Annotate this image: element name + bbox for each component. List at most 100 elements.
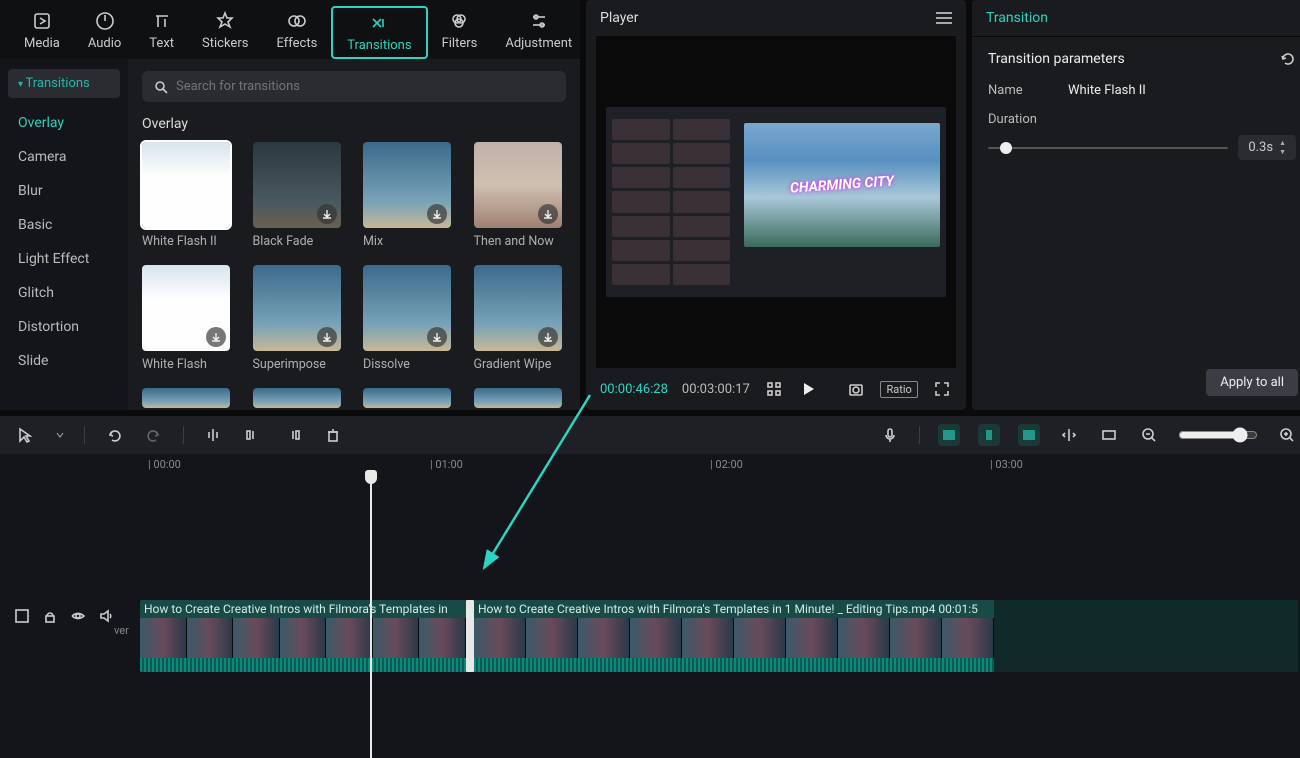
cursor-dropdown-icon[interactable] xyxy=(54,424,66,446)
thumbnail-image[interactable] xyxy=(253,388,341,408)
cursor-tool-icon[interactable] xyxy=(14,424,36,446)
ruler-tick: | 02:00 xyxy=(710,458,743,471)
transition-thumb[interactable]: Then and Now xyxy=(474,142,567,249)
player-menu-icon[interactable] xyxy=(936,12,952,24)
marker-out-icon[interactable] xyxy=(1018,424,1040,446)
duration-value: 0.3s xyxy=(1248,140,1273,155)
undo-icon[interactable] xyxy=(103,424,125,446)
transition-thumb[interactable] xyxy=(474,388,567,408)
trim-right-icon[interactable] xyxy=(282,424,304,446)
clip-2[interactable]: How to Create Creative Intros with Filmo… xyxy=(474,600,994,672)
duration-label: Duration xyxy=(988,112,1048,127)
download-icon[interactable] xyxy=(427,204,447,224)
sidebar-item-basic[interactable]: Basic xyxy=(0,208,128,242)
download-icon[interactable] xyxy=(538,204,558,224)
download-icon[interactable] xyxy=(317,327,337,347)
search-bar[interactable] xyxy=(142,71,566,102)
thumbnail-image[interactable] xyxy=(363,388,451,408)
sidebar-heading[interactable]: Transitions xyxy=(8,69,120,98)
transition-marker[interactable] xyxy=(466,600,474,672)
thumbnail-image[interactable] xyxy=(474,265,562,351)
sidebar-item-blur[interactable]: Blur xyxy=(0,174,128,208)
transition-thumb[interactable]: White Flash II xyxy=(142,142,235,249)
thumbnail-image[interactable] xyxy=(474,388,562,408)
split-icon[interactable] xyxy=(202,424,224,446)
zoom-in-icon[interactable] xyxy=(1276,424,1298,446)
player-viewport[interactable]: CHARMING CITY xyxy=(596,36,956,368)
tab-stickers[interactable]: Stickers xyxy=(188,6,262,59)
preview-content: CHARMING CITY xyxy=(606,107,946,297)
sidebar-item-slide[interactable]: Slide xyxy=(0,344,128,378)
align-icon[interactable] xyxy=(1058,424,1080,446)
thumbnail-label: Dissolve xyxy=(363,357,456,372)
top-tabs: Media Audio Text Stickers Effects Transi… xyxy=(0,0,580,59)
tab-media[interactable]: Media xyxy=(10,6,74,59)
clip-1[interactable]: How to Create Creative Intros with Filmo… xyxy=(140,600,466,672)
sidebar-item-distortion[interactable]: Distortion xyxy=(0,310,128,344)
transition-thumb[interactable] xyxy=(253,388,346,408)
slider-thumb[interactable] xyxy=(1000,142,1012,154)
sidebar-item-camera[interactable]: Camera xyxy=(0,140,128,174)
trim-left-icon[interactable] xyxy=(242,424,264,446)
tab-filters[interactable]: Filters xyxy=(428,6,492,59)
tab-adjustment[interactable]: Adjustment xyxy=(491,6,586,59)
fullscreen-icon[interactable] xyxy=(932,378,952,400)
video-track[interactable]: How to Create Creative Intros with Filmo… xyxy=(140,600,1298,672)
timeline-panel: | 00:00 | 01:00 | 02:00 | 03:00 ver How … xyxy=(0,416,1300,758)
thumbnail-label: Black Fade xyxy=(253,234,346,249)
marker-in-icon[interactable] xyxy=(938,424,960,446)
play-button[interactable] xyxy=(798,378,818,400)
ratio-button[interactable]: Ratio xyxy=(880,381,917,398)
thumbnail-image[interactable] xyxy=(142,265,230,351)
audio-icon xyxy=(94,10,116,32)
download-icon[interactable] xyxy=(427,327,447,347)
transition-thumb[interactable] xyxy=(363,388,456,408)
zoom-slider[interactable] xyxy=(1178,427,1258,443)
playhead[interactable] xyxy=(370,478,372,758)
thumbnail-image[interactable] xyxy=(363,265,451,351)
tab-text[interactable]: Text xyxy=(135,6,188,59)
transition-thumb[interactable]: White Flash xyxy=(142,265,235,372)
delete-icon[interactable] xyxy=(322,424,344,446)
transition-thumb[interactable] xyxy=(142,388,235,408)
reset-icon[interactable] xyxy=(1280,51,1296,67)
track-menu-icon[interactable] xyxy=(14,608,32,626)
thumbnail-image[interactable] xyxy=(253,142,341,228)
duration-field[interactable]: 0.3s ▲▼ xyxy=(1238,135,1296,160)
view-grid-icon[interactable] xyxy=(764,378,784,400)
tab-effects[interactable]: Effects xyxy=(262,6,331,59)
playhead-knob[interactable] xyxy=(365,470,377,484)
redo-icon[interactable] xyxy=(143,424,165,446)
spin-down-icon[interactable]: ▼ xyxy=(1279,148,1286,156)
apply-to-all-button[interactable]: Apply to all xyxy=(1206,369,1298,396)
transition-thumb[interactable]: Black Fade xyxy=(253,142,346,249)
thumbnail-image[interactable] xyxy=(142,142,230,228)
mic-icon[interactable] xyxy=(879,424,901,446)
transition-thumb[interactable]: Gradient Wipe xyxy=(474,265,567,372)
zoom-fit-icon[interactable] xyxy=(1098,424,1120,446)
thumbnail-image[interactable] xyxy=(474,142,562,228)
transition-thumb[interactable]: Superimpose xyxy=(253,265,346,372)
download-icon[interactable] xyxy=(206,327,226,347)
sidebar-item-lighteffect[interactable]: Light Effect xyxy=(0,242,128,276)
sidebar-item-glitch[interactable]: Glitch xyxy=(0,276,128,310)
track-visible-icon[interactable] xyxy=(70,608,88,626)
download-icon[interactable] xyxy=(317,204,337,224)
download-icon[interactable] xyxy=(538,327,558,347)
zoom-out-icon[interactable] xyxy=(1138,424,1160,446)
thumbnail-image[interactable] xyxy=(253,265,341,351)
transition-thumb[interactable]: Mix xyxy=(363,142,456,249)
tab-transitions[interactable]: Transitions xyxy=(331,6,427,59)
duration-slider[interactable] xyxy=(988,147,1228,149)
thumbnail-image[interactable] xyxy=(142,388,230,408)
transition-thumb[interactable]: Dissolve xyxy=(363,265,456,372)
sidebar-item-overlay[interactable]: Overlay xyxy=(0,106,128,140)
tab-audio[interactable]: Audio xyxy=(74,6,135,59)
track-lock-icon[interactable] xyxy=(42,608,60,626)
marker-mid-icon[interactable] xyxy=(978,424,1000,446)
snapshot-icon[interactable] xyxy=(846,378,866,400)
spin-up-icon[interactable]: ▲ xyxy=(1279,139,1286,147)
search-input[interactable] xyxy=(176,79,554,94)
thumbnail-image[interactable] xyxy=(363,142,451,228)
timeline-ruler[interactable]: | 00:00 | 01:00 | 02:00 | 03:00 xyxy=(0,454,1300,478)
